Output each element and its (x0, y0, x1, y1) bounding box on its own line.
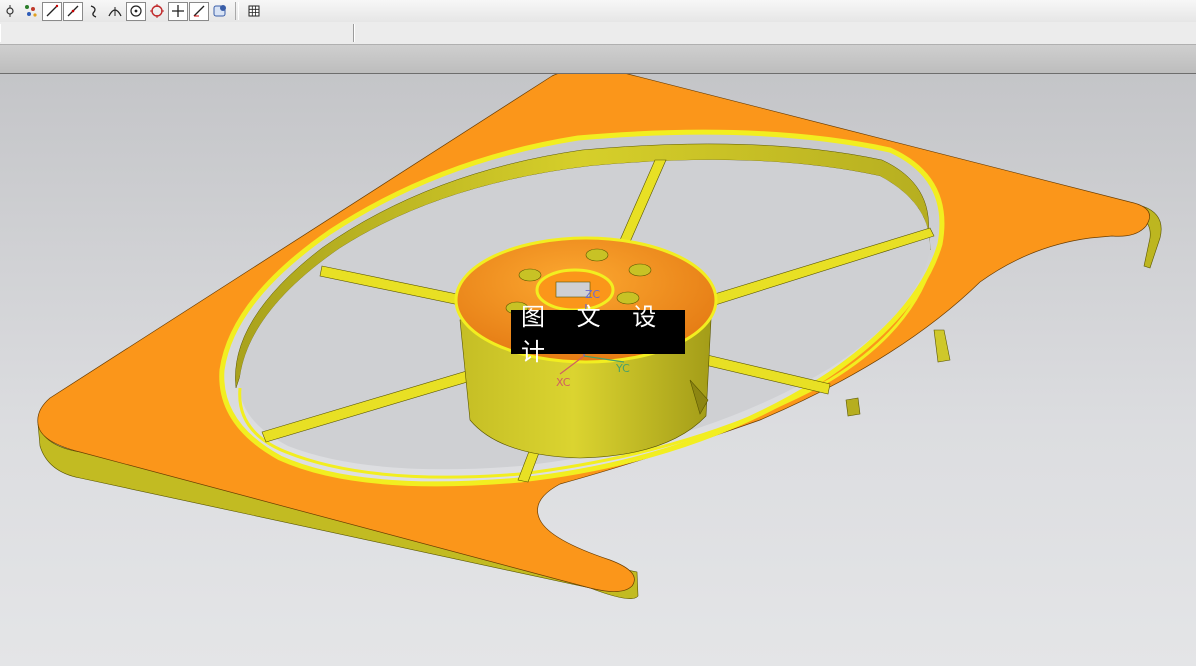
cross-point-icon[interactable] (168, 1, 188, 21)
toolbar-separator (235, 2, 239, 20)
ring-clip (845, 397, 861, 417)
status-prompt-cell (0, 24, 354, 42)
graphics-viewport[interactable]: ZC XC YC 图 文 设 计 (0, 74, 1196, 666)
angled-line-icon[interactable] (189, 1, 209, 21)
point-cloud-icon[interactable] (21, 2, 41, 21)
grid-icon[interactable] (244, 2, 264, 21)
watermark-label: 图 文 设 计 (511, 303, 685, 366)
status-message-cell (354, 24, 1196, 42)
hub-hole (585, 248, 609, 262)
cad-model (37, 74, 1162, 599)
curve-icon[interactable] (84, 2, 104, 21)
snap-dialog-icon[interactable] (210, 2, 230, 21)
graphics-window-title-bar (0, 45, 1196, 74)
line-icon[interactable] (42, 1, 62, 21)
hub-hole (628, 263, 652, 277)
axis-label-x: XC (556, 376, 571, 389)
circle-point-icon[interactable] (147, 2, 167, 21)
snap-icon[interactable] (0, 2, 20, 21)
arc-icon[interactable] (105, 2, 125, 21)
hub-hole (518, 268, 542, 282)
status-bar (0, 22, 1196, 45)
snap-toolbar (0, 0, 1196, 23)
line-tangent-icon[interactable] (63, 1, 83, 21)
center-point-icon[interactable] (126, 1, 146, 21)
support-post (933, 329, 951, 363)
